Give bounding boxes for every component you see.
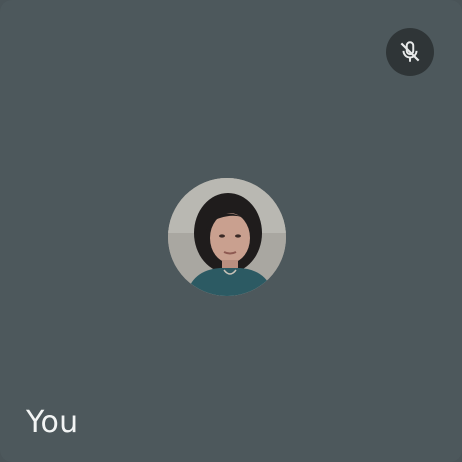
mic-muted-indicator bbox=[386, 28, 434, 76]
avatar bbox=[168, 178, 286, 296]
participant-tile: You bbox=[0, 0, 462, 462]
mic-off-icon bbox=[400, 41, 420, 62]
participant-name: You bbox=[26, 405, 79, 440]
profile-photo bbox=[168, 178, 286, 296]
